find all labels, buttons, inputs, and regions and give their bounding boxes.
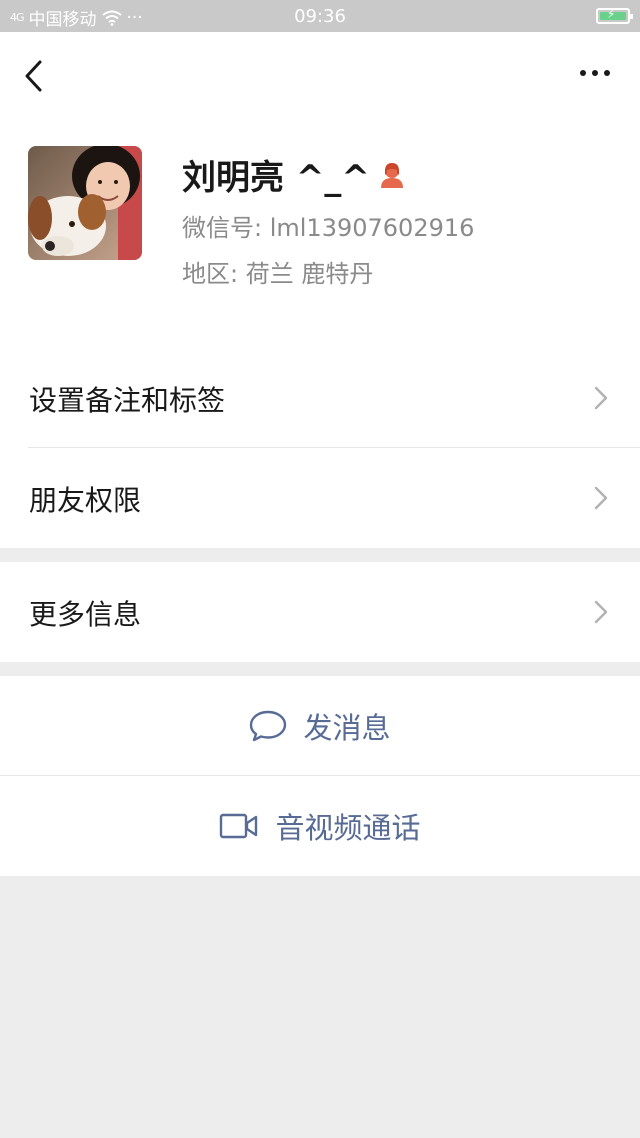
more-dot-icon [592, 70, 598, 76]
menu-item-label: 朋友权限 [29, 484, 142, 517]
menu-item-friend-permissions[interactable]: 朋友权限 [0, 448, 640, 548]
status-bar: 4G 中国移动 ··· 09:36 ⚡ [0, 0, 640, 32]
back-button[interactable] [22, 58, 52, 94]
menu-item-remarks-tags[interactable]: 设置备注和标签 [0, 348, 640, 448]
chevron-left-icon [25, 60, 42, 92]
charging-icon: ⚡ [607, 7, 616, 21]
more-button[interactable] [580, 70, 610, 76]
status-time: 09:36 [294, 6, 346, 27]
chevron-right-icon [594, 386, 608, 410]
send-message-label: 发消息 [303, 711, 391, 745]
send-message-button[interactable]: 发消息 [0, 676, 640, 776]
avatar[interactable] [28, 146, 142, 260]
more-dot-icon [604, 70, 610, 76]
contact-name: 刘明亮 ^_^ [182, 158, 370, 198]
video-call-label: 音视频通话 [275, 811, 421, 845]
menu-item-label: 更多信息 [29, 598, 142, 631]
video-call-button[interactable]: 音视频通话 [0, 776, 640, 876]
avatar-image [28, 146, 142, 260]
video-camera-icon [220, 813, 258, 839]
more-dot-icon [580, 70, 586, 76]
menu-item-label: 设置备注和标签 [29, 384, 226, 417]
name-row: 刘明亮 ^_^ [182, 150, 406, 199]
battery-icon: ⚡ [596, 7, 633, 24]
region: 地区: 荷兰 鹿特丹 [182, 260, 374, 288]
female-icon [380, 162, 403, 188]
wechat-id: 微信号: lml13907602916 [182, 214, 475, 242]
menu-item-more-info[interactable]: 更多信息 [0, 562, 640, 662]
chevron-right-icon [594, 600, 608, 624]
profile-card: 刘明亮 ^_^ 微信号: lml13907602916 地区: 荷兰 鹿特丹 [0, 32, 640, 348]
chat-bubble-icon [250, 710, 287, 742]
chevron-right-icon [594, 486, 608, 510]
